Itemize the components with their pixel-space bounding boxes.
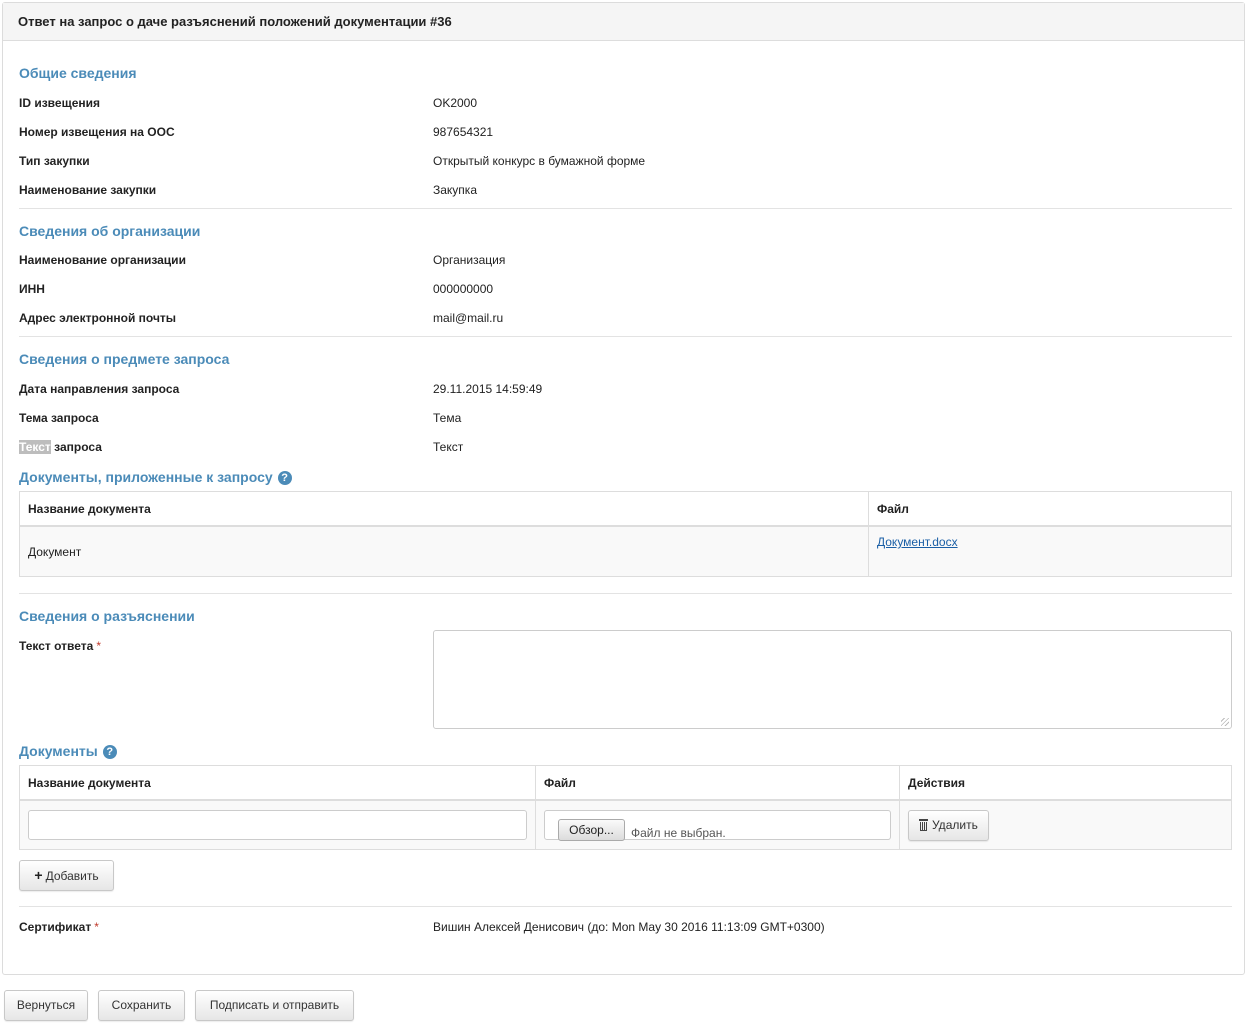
attached-docs-table: Название документа Файл Документ Докумен… [19, 491, 1232, 577]
trash-icon [919, 818, 928, 831]
table-row: Обзор... Файл не выбран. Удалить [19, 799, 1232, 850]
cell-actions: Удалить [899, 799, 1232, 850]
label-request-text-highlight: Текст [19, 440, 51, 454]
help-icon[interactable]: ? [102, 745, 117, 759]
value-request-date: 29.11.2015 14:59:49 [433, 382, 543, 396]
value-request-text: Текст [433, 440, 464, 454]
doc-name-input[interactable] [28, 810, 527, 840]
section-clarification-title: Сведения о разъяснении [19, 608, 195, 624]
section-documents-title-text: Документы [19, 743, 98, 759]
col-file: Файл [535, 765, 900, 801]
value-org-name: Организация [433, 253, 506, 267]
resize-grip-icon[interactable] [1221, 718, 1229, 726]
divider [19, 336, 1232, 337]
label-purchase-name: Наименование закупки [19, 183, 157, 197]
section-request-title: Сведения о предмете запроса [19, 351, 230, 367]
answer-textarea[interactable] [433, 630, 1232, 729]
value-request-topic: Тема [433, 411, 462, 425]
label-purchase-type: Тип закупки [19, 154, 90, 168]
col-doc-name: Название документа [19, 765, 536, 801]
value-notice-id: OK2000 [433, 96, 478, 110]
cell-doc-name: Документ [19, 525, 869, 577]
col-file: Файл [868, 491, 1232, 527]
add-button-label: Добавить [45, 869, 99, 883]
value-inn: 000000000 [433, 282, 494, 296]
no-file-text: Файл не выбран. [631, 826, 726, 840]
value-purchase-type: Открытый конкурс в бумажной форме [433, 154, 646, 168]
section-documents-title: Документы? [19, 742, 117, 760]
label-request-date: Дата направления запроса [19, 382, 180, 396]
label-answer-text: Текст ответа * [19, 638, 101, 654]
attached-file-link[interactable]: Документ.docx [877, 535, 958, 549]
col-doc-name: Название документа [19, 491, 869, 527]
label-request-text-rest: запроса [50, 440, 102, 454]
section-organization-title: Сведения об организации [19, 223, 201, 239]
divider [19, 593, 1232, 594]
main-panel: Ответ на запрос о даче разъяснений полож… [2, 2, 1245, 975]
label-answer-text-label: Текст ответа [19, 639, 94, 653]
value-purchase-name: Закупка [433, 183, 477, 197]
cell-doc-name [19, 799, 536, 850]
add-button[interactable]: + Добавить [19, 860, 114, 891]
delete-button[interactable]: Удалить [908, 809, 989, 841]
label-oos-number: Номер извещения на ООС [19, 125, 175, 139]
section-general-title: Общие сведения [19, 65, 137, 81]
label-certificate: Сертификат * [19, 919, 99, 935]
label-email: Адрес электронной почты [19, 311, 177, 325]
value-email: mail@mail.ru [433, 311, 504, 325]
label-notice-id: ID извещения [19, 96, 100, 110]
divider [19, 906, 1232, 907]
browse-button[interactable]: Обзор... [558, 819, 625, 841]
label-org-name: Наименование организации [19, 253, 186, 267]
required-mark: * [96, 639, 102, 653]
sign-and-send-button[interactable]: Подписать и отправить [195, 990, 354, 1021]
value-oos-number: 987654321 [433, 125, 494, 139]
page-title: Ответ на запрос о даче разъяснений полож… [3, 3, 1244, 41]
section-attached-title: Документы, приложенные к запросу? [19, 468, 292, 486]
label-inn: ИНН [19, 282, 45, 296]
delete-button-label: Удалить [932, 817, 978, 832]
help-icon[interactable]: ? [277, 471, 292, 485]
col-actions: Действия [899, 765, 1232, 801]
required-mark: * [94, 920, 99, 934]
value-certificate[interactable]: Вишин Алексей Денисович (до: Mon May 30 … [433, 919, 825, 935]
save-button[interactable]: Сохранить [98, 990, 185, 1021]
table-row: Документ Документ.docx [19, 525, 1232, 577]
label-certificate-text: Сертификат [19, 920, 92, 934]
documents-table: Название документа Файл Действия Обзор..… [19, 765, 1232, 850]
file-input[interactable]: Обзор... Файл не выбран. [544, 810, 891, 841]
label-request-topic: Тема запроса [19, 411, 99, 425]
section-attached-title-text: Документы, приложенные к запросу [19, 469, 273, 485]
back-button[interactable]: Вернуться [4, 990, 88, 1021]
cell-file: Документ.docx [868, 525, 1232, 577]
divider [19, 208, 1232, 209]
plus-icon: + [34, 867, 43, 883]
cell-file: Обзор... Файл не выбран. [535, 799, 900, 850]
label-request-text: Текст запроса [19, 439, 102, 455]
